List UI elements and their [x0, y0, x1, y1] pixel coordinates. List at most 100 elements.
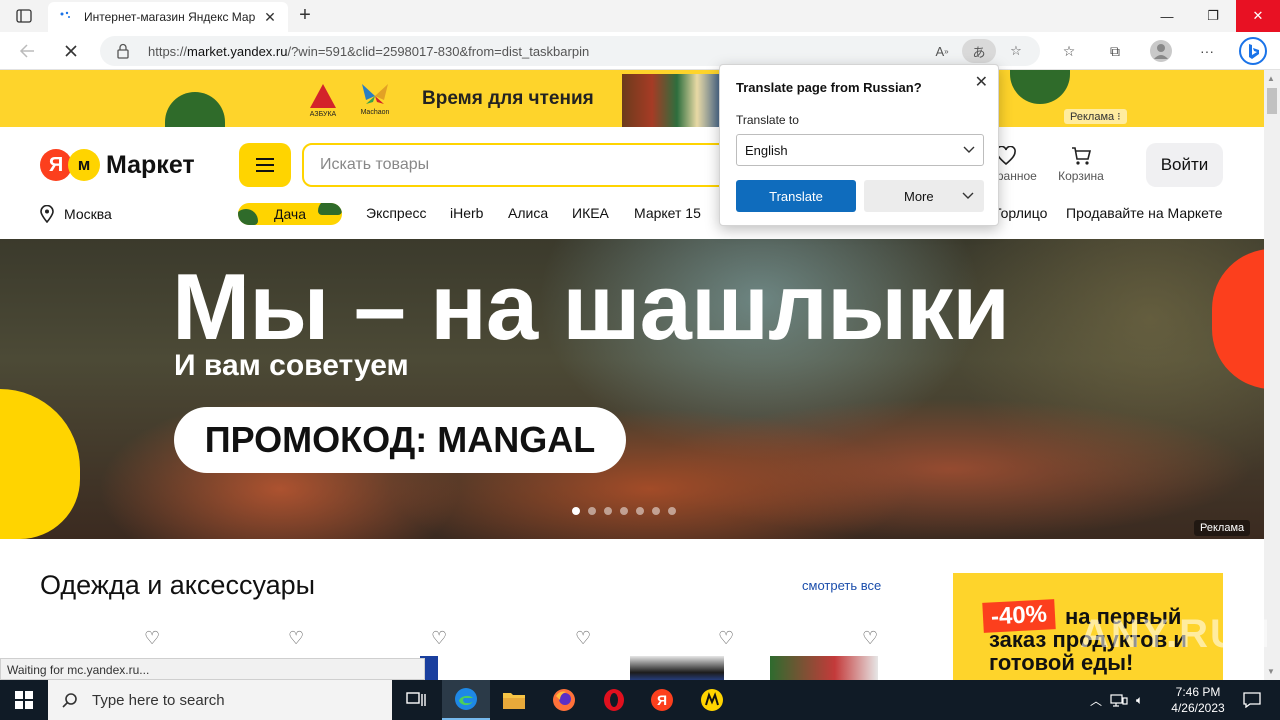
translate-popup-title: Translate page from Russian?: [736, 80, 922, 95]
ad-books-image: [622, 74, 722, 127]
start-button[interactable]: [0, 680, 48, 720]
promo-code-pill: ПРОМОКОД: MANGAL: [174, 407, 626, 473]
taskbar-explorer[interactable]: [490, 680, 538, 720]
heart-icon[interactable]: ♡: [718, 628, 734, 649]
leaf-decoration: [238, 209, 258, 225]
network-icon[interactable]: [1110, 693, 1128, 707]
machaon-logo: Machaon: [358, 80, 392, 118]
profile-avatar[interactable]: [1140, 36, 1182, 66]
market-logo-icon: м: [68, 149, 100, 181]
stop-loading-button[interactable]: [56, 37, 86, 65]
new-tab-button[interactable]: +: [292, 3, 318, 29]
cart-link[interactable]: Корзина: [1051, 143, 1111, 183]
url-field[interactable]: https://market.yandex.ru/?win=591&clid=2…: [100, 36, 1040, 66]
nav-link-gorlitso[interactable]: Горлицо: [994, 205, 1047, 221]
heart-icon[interactable]: ♡: [288, 628, 304, 649]
dacha-label: Дача: [273, 206, 307, 222]
clock-date: 4/26/2023: [1171, 701, 1225, 715]
language-select[interactable]: English: [736, 134, 984, 166]
watermark: ANY.RUN: [1080, 612, 1272, 656]
task-view-icon: [406, 692, 426, 706]
ad-label-text: Реклама: [1070, 111, 1115, 123]
restore-button[interactable]: ❐: [1190, 0, 1236, 32]
catalog-menu-button[interactable]: [239, 143, 291, 187]
see-all-link[interactable]: смотреть все: [802, 578, 881, 593]
translate-icon[interactable]: あ: [962, 39, 996, 63]
hero-banner[interactable]: Мы – на шашлыки И вам советуем ПРОМОКОД:…: [0, 239, 1264, 539]
hero-ad-label[interactable]: Реклама: [1194, 520, 1251, 536]
scroll-down-icon[interactable]: ▼: [1267, 667, 1275, 676]
yandex-browser-icon: Я: [651, 689, 673, 711]
favorites-icon[interactable]: ☆: [1048, 36, 1090, 66]
carousel-dot[interactable]: [604, 507, 612, 515]
lock-icon[interactable]: [116, 43, 132, 59]
tab-actions-button[interactable]: [8, 4, 40, 28]
carousel-dot[interactable]: [572, 507, 580, 515]
minimize-button[interactable]: —: [1144, 0, 1190, 32]
taskbar-search[interactable]: Type here to search: [48, 680, 392, 720]
firefox-icon: [553, 689, 575, 711]
nav-link-dacha[interactable]: Дача: [238, 203, 342, 225]
nav-link-express[interactable]: Экспресс: [366, 205, 427, 221]
heart-icon[interactable]: ♡: [431, 628, 447, 649]
hero-subtitle: И вам советуем: [174, 349, 409, 382]
heart-icon[interactable]: ♡: [144, 628, 160, 649]
more-menu-icon[interactable]: ···: [1186, 36, 1228, 66]
nav-link-iherb[interactable]: iHerb: [450, 205, 483, 221]
search-input[interactable]: [320, 156, 704, 174]
heart-icon[interactable]: ♡: [575, 628, 591, 649]
taskbar-yandex-browser[interactable]: Я: [638, 680, 686, 720]
nav-link-market15[interactable]: Маркет 15: [634, 205, 701, 221]
back-button[interactable]: [12, 37, 42, 65]
location-selector[interactable]: Москва: [40, 205, 112, 223]
carousel-dot[interactable]: [588, 507, 596, 515]
taskbar-firefox[interactable]: [540, 680, 588, 720]
top-ad-banner[interactable]: АЗБУКА Machaon Время для чтения Реклама …: [0, 70, 1264, 127]
market-logo[interactable]: Я м Маркет: [40, 149, 195, 181]
system-tray: ︿ 🔈︎: [1090, 680, 1143, 720]
nav-link-ikea[interactable]: ИКЕА: [572, 205, 609, 221]
nav-link-sell[interactable]: Продавайте на Маркете: [1066, 205, 1223, 221]
browser-tab-active[interactable]: Интернет-магазин Яндекс Мар ✕: [48, 2, 288, 32]
clock-time: 7:46 PM: [1175, 685, 1221, 699]
chevron-down-icon: [963, 146, 975, 153]
taskbar-opera[interactable]: [590, 680, 638, 720]
category-nav: Москва Дача Экспресс iHerb Алиса ИКЕА Ма…: [0, 203, 1264, 235]
taskbar-edge[interactable]: [442, 680, 490, 720]
tab-close-icon[interactable]: ✕: [262, 9, 278, 26]
translate-to-label: Translate to: [736, 113, 799, 127]
add-favorite-icon[interactable]: ☆: [1002, 39, 1030, 63]
bing-icon[interactable]: [1232, 36, 1274, 66]
carousel-dot[interactable]: [636, 507, 644, 515]
search-field[interactable]: [302, 143, 722, 187]
scroll-up-icon[interactable]: ▲: [1267, 74, 1275, 83]
nav-link-alisa[interactable]: Алиса: [508, 205, 548, 221]
page-scrollbar[interactable]: ▲ ▼: [1264, 70, 1280, 680]
url-prefix: https://: [148, 43, 188, 59]
product-thumbnail[interactable]: [630, 656, 724, 680]
translate-button[interactable]: Translate: [736, 180, 856, 212]
heart-icon[interactable]: ♡: [862, 628, 878, 649]
carousel-dot[interactable]: [668, 507, 676, 515]
read-aloud-icon[interactable]: A»: [928, 39, 956, 63]
taskbar-clock[interactable]: 7:46 PM 4/26/2023: [1164, 684, 1232, 716]
volume-icon[interactable]: 🔈︎: [1136, 693, 1143, 708]
notifications-button[interactable]: [1232, 680, 1272, 720]
product-thumbnail[interactable]: [770, 656, 878, 680]
chevron-up-icon[interactable]: ︿: [1090, 692, 1102, 709]
task-view-button[interactable]: [392, 680, 440, 720]
window-close-button[interactable]: ✕: [1236, 0, 1280, 32]
collections-icon[interactable]: ⧉: [1094, 36, 1136, 66]
windows-logo-icon: [15, 691, 33, 709]
carousel-dot[interactable]: [620, 507, 628, 515]
carousel-dot[interactable]: [652, 507, 660, 515]
close-icon[interactable]: ✕: [975, 72, 988, 92]
scroll-thumb[interactable]: [1267, 88, 1277, 114]
taskbar-yandex-market[interactable]: [688, 680, 736, 720]
logo-text: Маркет: [106, 150, 195, 179]
more-options-button[interactable]: More: [864, 180, 984, 212]
folder-icon: [503, 693, 525, 709]
login-button[interactable]: Войти: [1146, 143, 1223, 187]
ad-headline: Время для чтения: [422, 88, 594, 109]
ad-label[interactable]: Реклама ⁝: [1064, 109, 1127, 124]
